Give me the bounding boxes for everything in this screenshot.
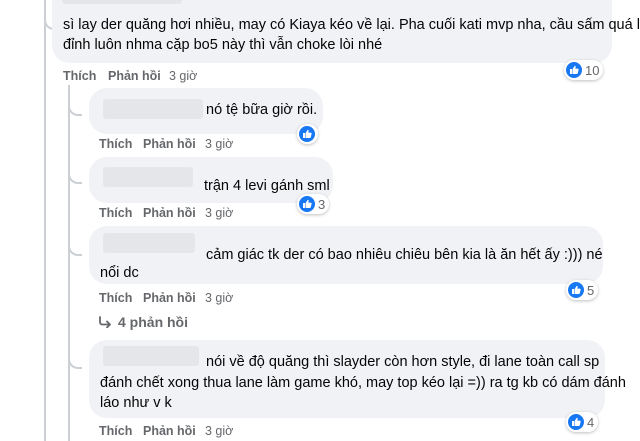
thread-connector bbox=[68, 168, 82, 184]
like-button[interactable]: Thích bbox=[63, 69, 96, 83]
thread-connector bbox=[68, 353, 82, 369]
comment-bubble: trận 4 levi gánh sml bbox=[89, 157, 333, 203]
reaction-count[interactable]: 10 bbox=[564, 60, 604, 80]
view-replies-label: 4 phản hồi bbox=[118, 314, 188, 330]
comment-text-line: sì lay der quăng hơi nhiều, may có Kiaya… bbox=[63, 17, 640, 33]
reply-button[interactable]: Phản hồi bbox=[108, 69, 161, 83]
like-icon bbox=[299, 196, 315, 212]
reply-button[interactable]: Phản hồi bbox=[143, 206, 196, 220]
reply-button[interactable]: Phản hồi bbox=[143, 137, 196, 151]
comment-text-line: đánh chết xong thua lane làm game khó, m… bbox=[100, 375, 626, 391]
thread-line-main bbox=[44, 0, 46, 441]
comment-bubble: nói về độ quăng thì slayder còn hơn styl… bbox=[89, 340, 626, 418]
comment-text-line: nó tệ bữa giờ rồi. bbox=[206, 102, 318, 118]
thread-connector bbox=[68, 100, 82, 116]
timestamp: 3 giờ bbox=[205, 291, 234, 305]
reaction-number: 10 bbox=[585, 62, 600, 78]
like-icon bbox=[566, 62, 582, 78]
comment-text-line: láo như v k bbox=[100, 395, 172, 411]
like-button[interactable]: Thích bbox=[99, 424, 132, 438]
comment-text-line: nói về độ quăng thì slayder còn hơn styl… bbox=[206, 354, 600, 370]
thread-connector bbox=[68, 240, 82, 256]
timestamp: 3 giờ bbox=[205, 137, 234, 151]
redacted-author-name bbox=[103, 233, 195, 253]
reply-arrow-icon bbox=[98, 315, 112, 331]
reaction-count[interactable]: 5 bbox=[566, 280, 599, 300]
timestamp: 3 giờ bbox=[205, 206, 234, 220]
redacted-author-name bbox=[62, 0, 182, 4]
reaction-count[interactable]: 3 bbox=[297, 194, 330, 214]
comment-bubble: nó tệ bữa giờ rồi. bbox=[89, 88, 323, 134]
comment-text-line: nổi dc bbox=[100, 265, 139, 281]
reaction-number: 4 bbox=[587, 414, 595, 430]
like-icon bbox=[568, 282, 584, 298]
comment-bubble: sì lay der quăng hơi nhiều, may có Kiaya… bbox=[52, 0, 640, 63]
reply-button[interactable]: Phản hồi bbox=[143, 424, 196, 438]
like-button[interactable]: Thích bbox=[99, 291, 132, 305]
redacted-author-name bbox=[103, 167, 193, 187]
redacted-author-name bbox=[103, 346, 199, 366]
thread-line-nested bbox=[68, 85, 70, 441]
reaction-count[interactable] bbox=[297, 124, 318, 144]
like-icon bbox=[299, 126, 315, 142]
reaction-number: 3 bbox=[318, 196, 326, 212]
comment-bubble: cảm giác tk der có bao nhiêu chiêu bên k… bbox=[89, 226, 603, 284]
like-button[interactable]: Thích bbox=[99, 137, 132, 151]
reply-button[interactable]: Phản hồi bbox=[143, 291, 196, 305]
reaction-number: 5 bbox=[587, 282, 595, 298]
reaction-count[interactable]: 4 bbox=[566, 412, 599, 432]
comment-text-line: cảm giác tk der có bao nhiêu chiêu bên k… bbox=[206, 247, 603, 263]
like-icon bbox=[568, 414, 584, 430]
timestamp: 3 giờ bbox=[205, 424, 234, 438]
redacted-author-name bbox=[103, 99, 203, 119]
timestamp: 3 giờ bbox=[169, 69, 198, 83]
view-replies-link[interactable]: 4 phản hồi bbox=[98, 314, 188, 331]
comment-text-line: trận 4 levi gánh sml bbox=[204, 178, 330, 194]
comment-text-line: đỉnh luôn nhma cặp bo5 này thì vẫn choke… bbox=[63, 37, 383, 53]
like-button[interactable]: Thích bbox=[99, 206, 132, 220]
